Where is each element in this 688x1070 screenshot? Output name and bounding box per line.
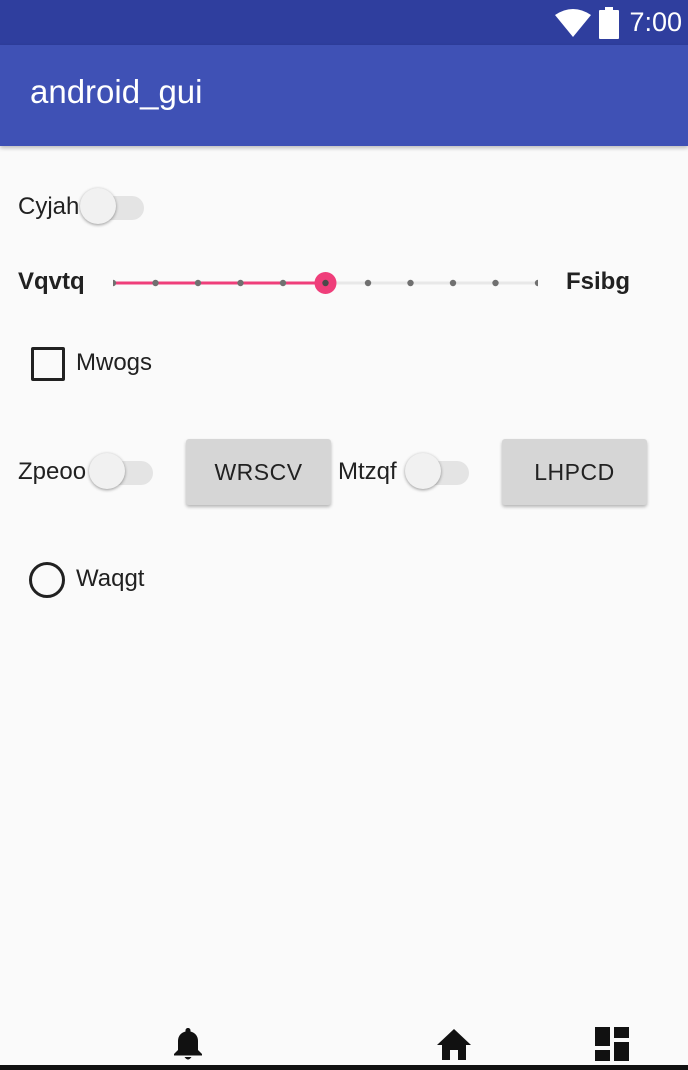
switch-mtzqf[interactable] — [405, 450, 469, 490]
slider-right-label: Fsibg — [566, 268, 630, 295]
checkbox-mwogs-label: Mwogs — [76, 349, 153, 376]
switch-thumb[interactable] — [89, 453, 125, 489]
nav-bottom-line — [0, 1065, 688, 1070]
slider-tick — [279, 279, 287, 287]
slider-tick — [194, 279, 202, 287]
switch-zpeoo[interactable] — [89, 450, 153, 490]
slider-tick — [534, 279, 538, 287]
switch-thumb[interactable] — [80, 188, 116, 224]
slider-thumb-tick — [322, 279, 329, 287]
status-time: 7:00 — [629, 7, 682, 37]
switch-zpeoo-label: Zpeoo — [18, 458, 87, 485]
slider-tick — [492, 279, 499, 287]
radio-waqgt[interactable] — [29, 562, 65, 598]
home-icon[interactable] — [436, 1026, 472, 1062]
slider-tick — [407, 279, 414, 287]
switch-thumb[interactable] — [405, 453, 441, 489]
seek-bar[interactable] — [113, 268, 538, 298]
wrscv-button[interactable]: WRSCV — [186, 439, 331, 505]
status-bar: 7:00 — [0, 0, 688, 45]
switch-cyjah-label: Cyjah — [18, 193, 80, 220]
app-bar: android_gui — [0, 45, 688, 146]
status-icons: 7:00 — [555, 0, 682, 45]
slider-tick — [449, 279, 457, 287]
app-title: android_gui — [30, 73, 203, 110]
radio-waqgt-label: Waqgt — [76, 565, 145, 592]
slider-left-label: Vqvtq — [18, 268, 85, 295]
checkbox-mwogs[interactable] — [31, 347, 65, 381]
dashboard-icon[interactable] — [594, 1026, 630, 1062]
slider-tick — [152, 279, 159, 287]
slider-tick — [364, 279, 372, 287]
switch-cyjah[interactable] — [80, 185, 144, 225]
lhpcd-button[interactable]: LHPCD — [502, 439, 647, 505]
battery-icon — [599, 6, 620, 39]
slider-tick — [113, 279, 117, 287]
switch-mtzqf-label: Mtzqf — [338, 458, 397, 485]
wifi-icon — [555, 8, 592, 37]
bell-icon[interactable] — [170, 1026, 206, 1062]
bottom-nav — [0, 1015, 688, 1070]
slider-tick — [237, 279, 244, 287]
